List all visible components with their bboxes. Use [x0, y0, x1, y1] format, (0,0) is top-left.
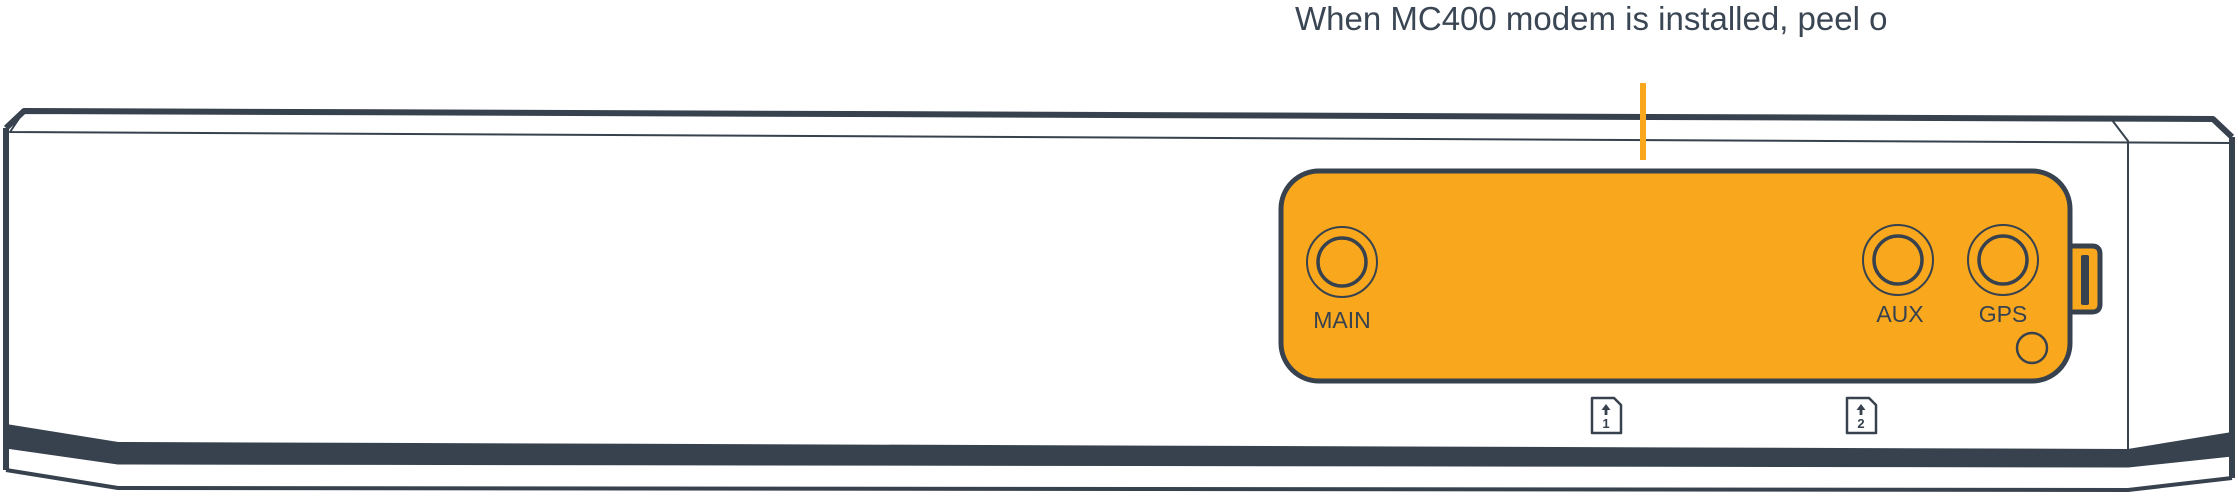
- chassis-bottom-edge: [5, 468, 2233, 492]
- chassis-base-band: [5, 424, 2233, 467]
- chassis-right-bevel: [2111, 119, 2129, 452]
- sim-slot-1[interactable]: 1: [1590, 396, 1623, 435]
- aux-port-label: AUX: [1876, 301, 1923, 327]
- sim-slot-2-number: 2: [1857, 416, 1864, 431]
- panel-tab-slot: [2081, 255, 2089, 305]
- gps-port-label: GPS: [1979, 301, 2028, 327]
- modem-cover-panel[interactable]: [1278, 168, 2103, 384]
- device-front-diagram: MAIN AUX GPS 1 2: [3, 83, 2235, 492]
- panel-body: [1278, 168, 2073, 384]
- sim-slot-1-number: 1: [1602, 416, 1609, 431]
- sim-slot-2[interactable]: 2: [1845, 396, 1878, 435]
- main-port-label: MAIN: [1313, 307, 1371, 333]
